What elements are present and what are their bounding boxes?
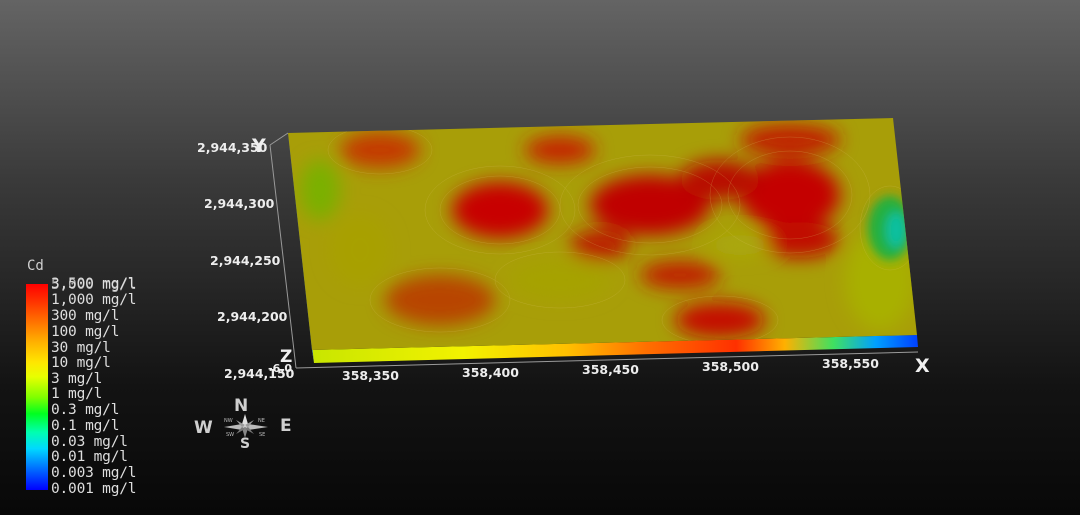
compass-ne-label: NE <box>258 418 265 424</box>
legend-label: 0.001 mg/l <box>51 481 137 497</box>
legend-label: 5,000 mg/l <box>51 277 137 293</box>
legend-label: 300 mg/l <box>51 308 120 324</box>
legend-label: 10 mg/l <box>51 355 111 371</box>
y-tick-label: 2,944,250 <box>210 253 281 268</box>
cd-concentration-surface <box>288 118 918 363</box>
y-tick-label: 2,944,200 <box>217 309 288 324</box>
legend-color-bar <box>26 284 48 490</box>
legend-label: 0.003 mg/l <box>51 465 137 481</box>
legend-label: 0.01 mg/l <box>51 449 128 465</box>
x-tick-label: 358,500 <box>702 359 759 374</box>
legend-title: Cd <box>27 258 44 274</box>
y-axis: 2,944,350 2,944,300 2,944,250 2,944,200 … <box>197 135 295 381</box>
legend-label: 30 mg/l <box>51 340 111 356</box>
x-tick-label: 358,450 <box>582 362 639 377</box>
compass-star-icon: NW NE SW SE <box>224 414 268 438</box>
x-tick-label: 358,550 <box>822 356 879 371</box>
legend-label: 1 mg/l <box>51 386 103 402</box>
x-tick-label: 358,350 <box>342 368 399 383</box>
y-tick-label: 2,944,300 <box>204 196 275 211</box>
compass-rose[interactable]: N W E S NW NE SW SE <box>190 392 300 458</box>
color-legend: Cd 3,500 mg/l 5,000 mg/l 1,000 mg/l 300 … <box>26 258 196 503</box>
legend-label: 0.1 mg/l <box>51 418 120 434</box>
legend-label: 3 mg/l <box>51 371 103 387</box>
y-axis-name: Y <box>251 135 266 157</box>
legend-label: 0.03 mg/l <box>51 434 128 450</box>
compass-se-label: SE <box>259 432 265 438</box>
x-axis-name: X <box>915 355 930 377</box>
legend-label: 100 mg/l <box>51 324 120 340</box>
x-tick-label: 358,400 <box>462 365 519 380</box>
z-axis: Z -6.0 <box>268 347 292 375</box>
legend-label: 1,000 mg/l <box>51 292 137 308</box>
legend-label: 0.3 mg/l <box>51 402 120 418</box>
z-tick-label: -6.0 <box>268 362 292 375</box>
compass-nw-label: NW <box>224 418 233 424</box>
compass-sw-label: SW <box>226 432 234 438</box>
